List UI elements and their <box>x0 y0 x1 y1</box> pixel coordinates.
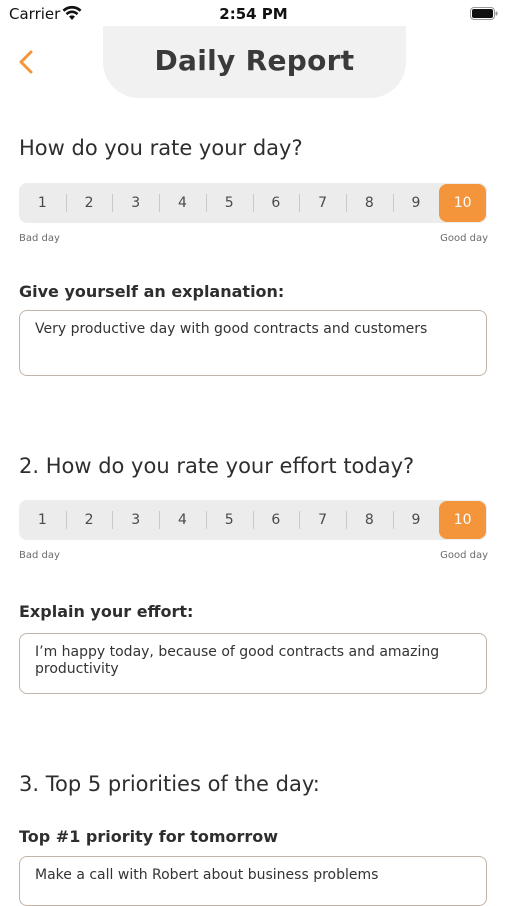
day-rating-option-3[interactable]: 3 <box>112 183 159 223</box>
effort-rating-option-10[interactable]: 10 <box>439 501 487 539</box>
day-rating-option-4[interactable]: 4 <box>159 183 206 223</box>
effort-rating-option-2[interactable]: 2 <box>65 500 113 540</box>
effort-rating-option-8[interactable]: 8 <box>345 500 393 540</box>
effort-rating-option-7[interactable]: 7 <box>299 500 346 540</box>
effort-explanation-field[interactable]: I’m happy today, because of good contrac… <box>19 633 487 694</box>
chevron-left-icon <box>19 50 33 74</box>
day-rating-selector: 1 2 3 4 5 6 7 8 9 10 <box>19 183 487 223</box>
day-rating-option-5[interactable]: 5 <box>205 183 253 223</box>
priority-1-field[interactable]: Make a call with Robert about business p… <box>19 856 487 906</box>
battery-icon <box>470 7 498 20</box>
day-rating-option-8[interactable]: 8 <box>345 183 393 223</box>
day-explanation-label: Give yourself an explanation: <box>19 282 285 301</box>
effort-rating-option-9[interactable]: 9 <box>392 500 440 540</box>
back-button[interactable] <box>14 46 42 78</box>
effort-rating-low-label: Bad day <box>19 550 60 561</box>
day-rating-high-label: Good day <box>440 233 488 244</box>
day-rating-option-10[interactable]: 10 <box>439 184 487 222</box>
effort-rating-option-6[interactable]: 6 <box>252 500 300 540</box>
question-effort-rating-title: 2. How do you rate your effort today? <box>19 454 415 478</box>
effort-rating-option-3[interactable]: 3 <box>112 500 159 540</box>
effort-explanation-label: Explain your effort: <box>19 602 194 621</box>
day-rating-option-6[interactable]: 6 <box>252 183 300 223</box>
day-rating-low-label: Bad day <box>19 233 60 244</box>
question-day-rating-title: How do you rate your day? <box>19 136 303 160</box>
day-rating-option-7[interactable]: 7 <box>299 183 346 223</box>
day-rating-option-2[interactable]: 2 <box>65 183 113 223</box>
day-rating-option-1[interactable]: 1 <box>19 183 66 223</box>
effort-rating-option-1[interactable]: 1 <box>19 500 66 540</box>
page-title: Daily Report <box>154 44 355 77</box>
question-priorities-title: 3. Top 5 priorities of the day: <box>19 772 320 796</box>
effort-rating-high-label: Good day <box>440 550 488 561</box>
priority-1-label: Top #1 priority for tomorrow <box>19 827 279 846</box>
status-bar: Carrier 2:54 PM <box>0 0 507 28</box>
day-rating-option-9[interactable]: 9 <box>392 183 440 223</box>
effort-rating-selector: 1 2 3 4 5 6 7 8 9 10 <box>19 500 487 540</box>
effort-rating-option-4[interactable]: 4 <box>159 500 206 540</box>
effort-rating-option-5[interactable]: 5 <box>205 500 253 540</box>
status-time: 2:54 PM <box>219 5 288 23</box>
day-explanation-field[interactable]: Very productive day with good contracts … <box>19 310 487 376</box>
